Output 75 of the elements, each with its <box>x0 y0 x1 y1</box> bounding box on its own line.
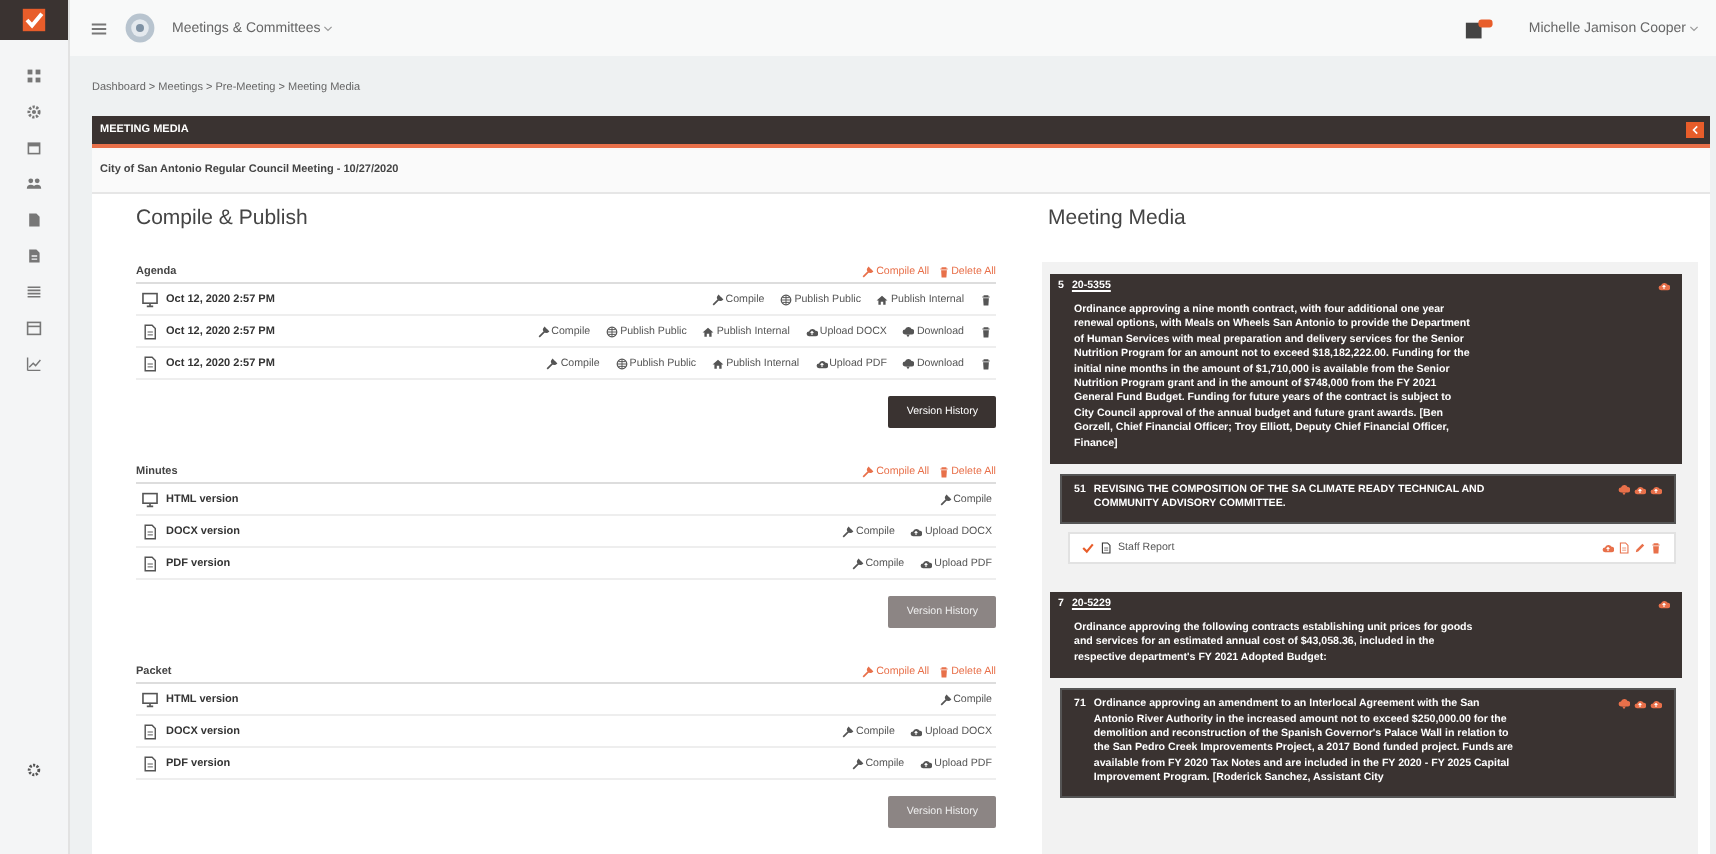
chevron-icon <box>1689 124 1701 136</box>
cloud-upload-icon <box>1650 698 1662 711</box>
section-heading: Compile & Publish <box>136 206 310 230</box>
delete-button[interactable] <box>980 357 992 369</box>
app-logo-icon[interactable] <box>0 0 68 40</box>
menu-icon[interactable] <box>90 19 108 37</box>
document-icon <box>142 555 158 571</box>
document-icon <box>142 523 158 539</box>
wrench-icon <box>851 757 864 769</box>
wrench-icon <box>842 725 854 737</box>
delete-button[interactable] <box>980 325 992 337</box>
people-icon[interactable] <box>26 176 42 192</box>
cloud-upload-icon <box>920 757 933 769</box>
trash-icon <box>980 357 992 369</box>
wrench-icon <box>862 666 875 678</box>
wrench-icon <box>862 266 875 278</box>
caret-icon <box>322 22 335 34</box>
chart-icon[interactable] <box>26 356 42 372</box>
cloud-download-icon <box>1618 698 1630 711</box>
grid-icon[interactable] <box>26 68 42 84</box>
cloud-upload-icon <box>1650 484 1662 497</box>
house-icon <box>712 357 725 369</box>
collapse-button[interactable] <box>1686 122 1704 138</box>
wrench-icon <box>939 493 952 505</box>
trash-icon <box>937 666 950 678</box>
globe-icon <box>780 293 793 305</box>
wrench-icon <box>711 293 724 305</box>
wrench-icon <box>939 693 952 705</box>
wrench-icon <box>851 557 864 569</box>
document-icon <box>1618 541 1630 554</box>
house-icon <box>876 293 889 305</box>
calendar-icon[interactable] <box>26 140 42 156</box>
document-icon <box>1100 541 1112 554</box>
cloud-upload-icon <box>920 557 933 569</box>
cloud-download-icon <box>1618 484 1630 497</box>
document-icon[interactable] <box>26 212 42 228</box>
trash-icon <box>1650 541 1662 554</box>
cloud-upload-icon <box>910 525 923 537</box>
calendar-icon[interactable] <box>26 320 42 336</box>
gear-icon[interactable] <box>26 104 42 120</box>
globe-icon <box>615 357 628 369</box>
wrench-icon <box>862 466 875 478</box>
cloud-download-icon <box>902 357 915 369</box>
globe-icon <box>606 325 619 337</box>
trash-icon <box>937 266 950 278</box>
cloud-upload-icon <box>1658 597 1670 610</box>
monitor-icon <box>142 491 158 507</box>
house-icon <box>702 325 715 337</box>
monitor-icon <box>142 291 158 307</box>
wrench-icon <box>537 325 550 337</box>
trash-icon <box>937 466 950 478</box>
section-heading: Meeting Media <box>1048 206 1188 230</box>
trash-icon <box>980 293 992 305</box>
trash-icon <box>980 325 992 337</box>
cloud-upload-icon <box>1602 541 1614 554</box>
document-icon <box>142 755 158 771</box>
document-icon[interactable] <box>26 248 42 264</box>
delete-button[interactable] <box>980 293 992 305</box>
document-icon <box>142 323 158 339</box>
document-icon <box>142 723 158 739</box>
list-icon[interactable] <box>26 284 42 300</box>
cloud-upload-icon <box>1658 280 1670 292</box>
cloud-upload-icon <box>815 357 828 369</box>
wrench-icon <box>842 525 854 537</box>
cloud-download-icon <box>902 325 915 337</box>
cloud-upload-icon <box>910 725 923 737</box>
cloud-upload-icon <box>1634 698 1646 711</box>
cloud-upload-icon <box>1634 484 1646 497</box>
caret-icon <box>1688 22 1700 34</box>
monitor-icon <box>142 691 158 707</box>
document-icon <box>142 355 158 371</box>
cloud-upload-icon <box>805 325 818 337</box>
wrench-icon <box>546 357 559 369</box>
pencil-icon <box>1634 541 1646 554</box>
settings-icon[interactable] <box>26 762 42 778</box>
